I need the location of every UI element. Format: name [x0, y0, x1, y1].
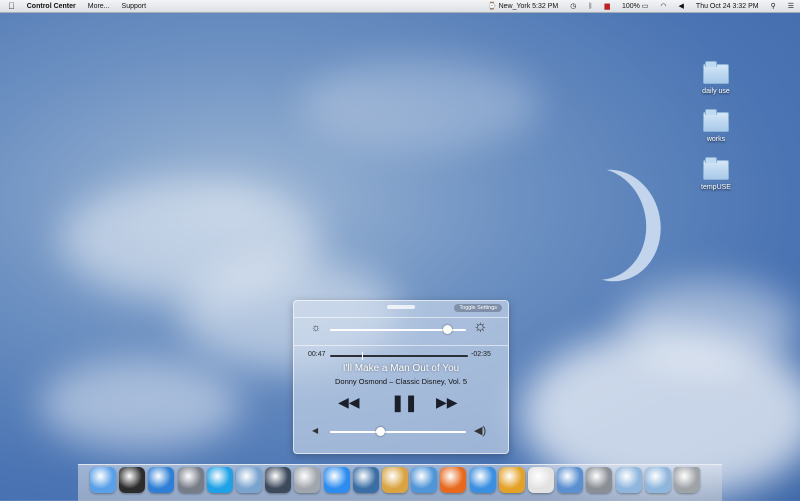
playback-progress-bar[interactable]	[330, 355, 468, 357]
fetch-icon[interactable]	[382, 467, 408, 493]
firefox-icon[interactable]	[440, 467, 467, 493]
skype-icon[interactable]	[206, 467, 233, 493]
toggle-settings-button[interactable]: Toggle Settings	[454, 304, 502, 312]
pause-icon[interactable]: ❚❚	[391, 393, 418, 413]
brightness-low-icon: ☼	[311, 322, 322, 334]
playback-position-marker[interactable]	[361, 352, 363, 360]
system-preferences-icon[interactable]	[586, 467, 613, 493]
menubar:  Control Center More... Support ⌚ New_Y…	[0, 0, 800, 13]
cloud	[620, 280, 800, 370]
time-machine-icon[interactable]: ◷	[564, 2, 582, 10]
folder-label: daily use	[702, 88, 730, 95]
app-store-icon[interactable]	[323, 467, 350, 493]
downloads-folder-icon[interactable]	[644, 467, 671, 493]
app-menu[interactable]: Control Center	[21, 3, 82, 10]
xcode-icon[interactable]	[557, 467, 584, 493]
desktop-folder-works[interactable]: works	[686, 109, 746, 143]
song-artist-album: Donny Osmond – Classic Disney, Vol. 5	[334, 377, 467, 386]
ibooks-icon[interactable]	[498, 467, 525, 493]
openoffice-icon[interactable]	[411, 467, 438, 493]
volume-high-icon: ◀)	[474, 425, 487, 437]
volume-slider-knob[interactable]	[376, 427, 386, 436]
battery-icon: ▭	[641, 3, 649, 10]
drag-handle[interactable]	[387, 305, 415, 309]
textedit-icon[interactable]	[528, 467, 554, 493]
itunes-icon[interactable]	[148, 467, 175, 493]
bluetooth-icon[interactable]: ᛒ	[582, 3, 598, 10]
fast-forward-icon[interactable]: ▶▶	[436, 394, 458, 411]
facetime-icon[interactable]	[265, 467, 292, 493]
google-earth-icon[interactable]	[352, 467, 379, 493]
remaining-time: -02:35	[471, 351, 491, 358]
cloud	[40, 360, 240, 450]
image-capture-icon[interactable]	[294, 467, 321, 493]
folder-icon	[703, 157, 729, 180]
preview-icon[interactable]	[236, 467, 262, 493]
trash-icon[interactable]	[674, 467, 700, 493]
desktop-folder-daily-use[interactable]: daily use	[686, 61, 746, 95]
cloud	[300, 60, 540, 150]
volume-icon[interactable]: ◀	[673, 2, 690, 10]
launchpad-icon[interactable]	[177, 467, 204, 493]
volume-slider[interactable]	[330, 431, 466, 433]
brightness-high-icon: ☼	[473, 318, 488, 335]
battery-percent: 100%	[621, 3, 640, 10]
notification-center-icon[interactable]: ☰	[782, 2, 800, 10]
moon	[539, 160, 655, 287]
flag-icon[interactable]: ▆	[599, 2, 616, 10]
folder-icon	[703, 61, 729, 84]
wifi-icon[interactable]: ◠	[654, 2, 672, 10]
world-clock[interactable]: ⌚ New_York 5:32 PM	[482, 2, 564, 10]
folder-icon	[703, 109, 729, 132]
safari-icon[interactable]	[469, 467, 496, 493]
menu-support[interactable]: Support	[116, 3, 153, 10]
elapsed-time: 00:47	[308, 351, 326, 358]
desktop-folder-tempuse[interactable]: tempUSE	[686, 157, 746, 191]
control-center-panel: Toggle Settings ☼ ☼ 00:47 -02:35 I'll Ma…	[293, 300, 509, 454]
folder-label: works	[706, 136, 726, 143]
divider	[294, 345, 508, 346]
dashboard-icon[interactable]	[119, 467, 146, 493]
applications-folder-icon[interactable]	[615, 467, 642, 493]
finder-icon[interactable]	[90, 467, 116, 493]
world-clock-label: New_York 5:32 PM	[498, 3, 559, 10]
folder-label: tempUSE	[701, 184, 731, 191]
song-title: I'll Make a Man Out of You	[342, 363, 460, 374]
menu-more[interactable]: More...	[82, 3, 116, 10]
brightness-slider-knob[interactable]	[442, 325, 452, 334]
clock[interactable]: Thu Oct 24 3:32 PM	[690, 3, 765, 10]
spotlight-icon[interactable]: ⚲	[765, 2, 782, 10]
battery-status[interactable]: 100% ▭	[616, 2, 654, 10]
rewind-icon[interactable]: ◀◀	[338, 394, 360, 411]
apple-menu-icon[interactable]: 	[0, 1, 21, 11]
volume-low-icon: ◀	[312, 426, 319, 435]
